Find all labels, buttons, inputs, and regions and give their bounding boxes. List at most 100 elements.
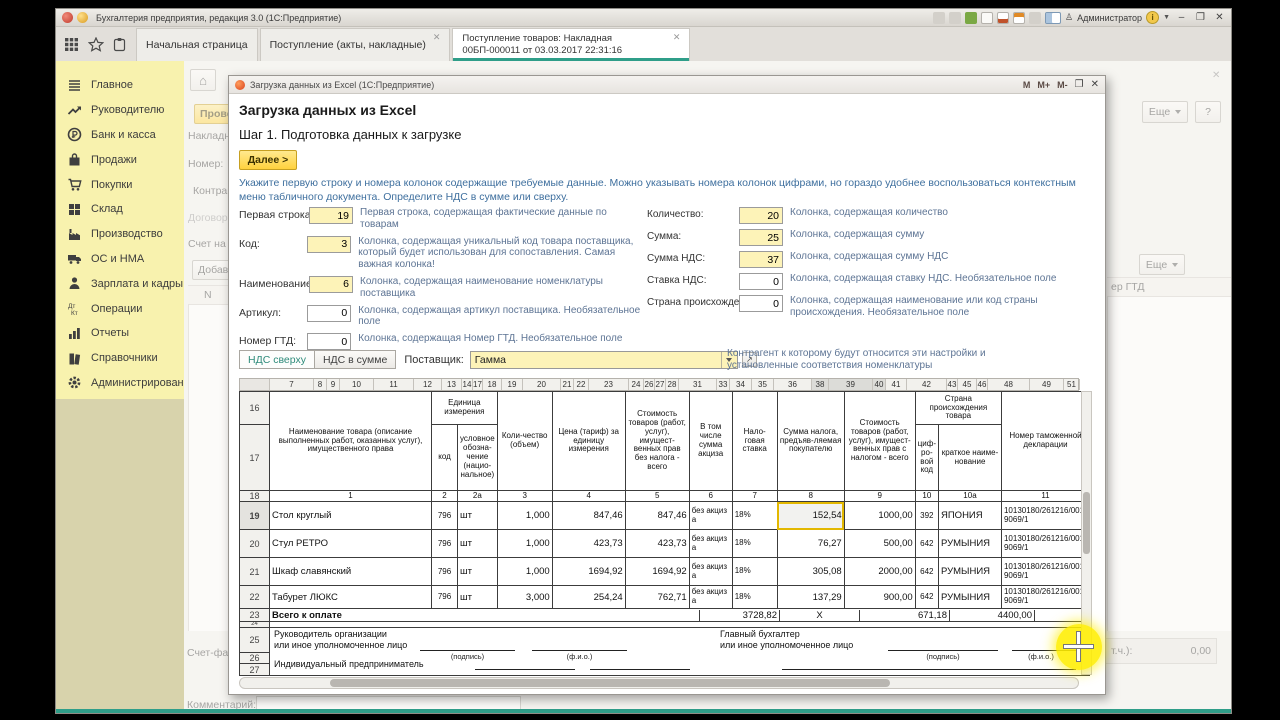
data-cell[interactable]: 1,000 xyxy=(497,558,552,586)
sheet-column-header[interactable]: 48 xyxy=(988,379,1030,390)
data-cell[interactable]: 847,46 xyxy=(552,502,625,530)
data-cell[interactable]: 423,73 xyxy=(552,530,625,558)
data-cell[interactable]: 254,24 xyxy=(552,586,625,609)
sheet-column-header[interactable]: 36 xyxy=(774,379,812,390)
field-input[interactable] xyxy=(307,236,351,253)
column-index-cell[interactable]: 11 xyxy=(1001,491,1089,502)
data-cell[interactable]: РУМЫНИЯ xyxy=(938,586,1001,609)
tab-goods-receipt[interactable]: Поступление товаров: Накладная 00БП-0000… xyxy=(452,28,690,61)
sidebar-item-12[interactable]: Справочники xyxy=(56,346,184,371)
toolbar-icon-3[interactable] xyxy=(1029,12,1041,24)
row-header[interactable]: 22 xyxy=(240,586,270,609)
sidebar-item-13[interactable]: Администрирование xyxy=(56,371,184,396)
user-name[interactable]: Администратор xyxy=(1077,13,1142,23)
sheet-column-header[interactable]: 19 xyxy=(502,379,523,390)
column-index-cell[interactable]: 1 xyxy=(270,491,432,502)
sheet-column-header[interactable]: 51 xyxy=(1064,379,1080,390)
field-input[interactable] xyxy=(309,207,353,224)
data-cell[interactable]: 796 xyxy=(432,502,458,530)
scale-m-minus-button[interactable]: М- xyxy=(1057,80,1068,90)
header-country-name[interactable]: краткое наиме-нование xyxy=(938,425,1001,491)
data-cell[interactable]: 76,27 xyxy=(777,530,844,558)
data-cell[interactable]: шт xyxy=(458,530,498,558)
data-cell[interactable]: 847,46 xyxy=(625,502,689,530)
field-input[interactable] xyxy=(307,333,351,350)
minimize-button[interactable]: – xyxy=(1174,12,1189,23)
data-cell[interactable]: 10130180/261216/0019069/1 xyxy=(1001,586,1089,609)
sheet-column-header[interactable]: 24 xyxy=(629,379,644,390)
header-qty[interactable]: Коли-чество (объем) xyxy=(497,392,552,491)
column-index-cell[interactable]: 3 xyxy=(497,491,552,502)
data-cell[interactable]: 500,00 xyxy=(844,530,915,558)
data-cell[interactable]: Стол круглый xyxy=(270,502,432,530)
data-cell[interactable]: 1694,92 xyxy=(625,558,689,586)
data-cell[interactable]: 642 xyxy=(915,530,938,558)
sheet-column-header[interactable]: 18 xyxy=(483,379,502,390)
column-index-cell[interactable]: 8 xyxy=(777,491,844,502)
sheet-column-header[interactable]: 45 xyxy=(958,379,977,390)
sheet-column-header[interactable]: 33 xyxy=(717,379,730,390)
header-excise[interactable]: В том числе сумма акциза xyxy=(689,392,732,491)
sheet-column-header[interactable]: 14 xyxy=(462,379,473,390)
history-clipboard-icon[interactable] xyxy=(113,37,126,52)
sheet-column-header[interactable]: 41 xyxy=(886,379,907,390)
sheet-column-header[interactable]: 10 xyxy=(340,379,374,390)
data-cell[interactable]: 18% xyxy=(732,530,777,558)
header-sum-no-tax[interactable]: Стоимость товаров (работ, услуг), имущес… xyxy=(625,392,689,491)
restore-button[interactable]: ❐ xyxy=(1193,12,1208,23)
column-index-cell[interactable]: 4 xyxy=(552,491,625,502)
column-index-cell[interactable]: 2 xyxy=(432,491,458,502)
sheet-column-header[interactable]: 26 xyxy=(644,379,655,390)
data-cell[interactable]: 10130180/261216/0019069/1 xyxy=(1001,558,1089,586)
sheet-column-header[interactable]: 42 xyxy=(907,379,947,390)
sidebar-item-3[interactable]: Банк и касса xyxy=(56,123,184,148)
sheet-column-header[interactable]: 9 xyxy=(327,379,340,390)
header-unit-code[interactable]: код xyxy=(432,425,458,491)
sheet-column-header[interactable]: 34 xyxy=(730,379,752,390)
data-cell[interactable]: 423,73 xyxy=(625,530,689,558)
sheet-corner-cell[interactable] xyxy=(240,379,270,390)
data-cell[interactable]: без акциза xyxy=(689,558,732,586)
sheet-column-header[interactable]: 27 xyxy=(655,379,666,390)
sidebar-item-2[interactable]: Руководителю xyxy=(56,98,184,123)
data-cell[interactable]: без акциза xyxy=(689,502,732,530)
header-name[interactable]: Наименование товара (описание выполненны… xyxy=(270,392,432,491)
header-unit-symbol[interactable]: условное обозна-чение (нацио-нальное) xyxy=(458,425,498,491)
scale-m-plus-button[interactable]: М+ xyxy=(1037,80,1050,90)
supplier-combo[interactable]: Гамма xyxy=(470,351,738,369)
scale-m-button[interactable]: М xyxy=(1023,80,1031,90)
header-country-group[interactable]: Страна происхождения товара xyxy=(915,392,1001,425)
field-input[interactable] xyxy=(739,207,783,224)
data-cell[interactable]: Шкаф славянский xyxy=(270,558,432,586)
sidebar-item-6[interactable]: Склад xyxy=(56,197,184,222)
hscroll-thumb[interactable] xyxy=(330,679,890,687)
toolbar-icon-1[interactable] xyxy=(933,12,945,24)
data-cell[interactable]: без акциза xyxy=(689,530,732,558)
info-icon[interactable]: i xyxy=(1146,11,1159,24)
header-sum-with-tax[interactable]: Стоимость товаров (работ, услуг), имущес… xyxy=(844,392,915,491)
sheet-column-header[interactable]: 20 xyxy=(523,379,561,390)
data-cell[interactable]: 152,54 xyxy=(777,502,844,530)
field-input[interactable] xyxy=(307,305,351,322)
chevron-down-icon[interactable]: ▼ xyxy=(1163,14,1170,21)
data-cell[interactable]: 796 xyxy=(432,558,458,586)
row-header[interactable]: 17 xyxy=(240,425,270,491)
calculator-icon[interactable] xyxy=(997,12,1009,24)
row-header[interactable]: 21 xyxy=(240,558,270,586)
sidebar-item-10[interactable]: ДтКтОперации xyxy=(56,296,184,321)
sheet-column-header[interactable]: 7 xyxy=(270,379,314,390)
header-rate[interactable]: Нало-говая ставка xyxy=(732,392,777,491)
field-input[interactable] xyxy=(309,276,353,293)
data-cell[interactable]: РУМЫНИЯ xyxy=(938,558,1001,586)
sheet-column-header[interactable]: 8 xyxy=(314,379,327,390)
favorites-icon[interactable] xyxy=(965,12,977,24)
data-cell[interactable]: Стул РЕТРО xyxy=(270,530,432,558)
panels-icon[interactable] xyxy=(1045,12,1061,24)
column-index-cell[interactable]: 10 xyxy=(915,491,938,502)
sheet-column-header[interactable]: 43 xyxy=(947,379,958,390)
sidebar-item-1[interactable]: Главное xyxy=(56,73,184,98)
column-index-cell[interactable]: 9 xyxy=(844,491,915,502)
data-cell[interactable]: 3,000 xyxy=(497,586,552,609)
field-input[interactable] xyxy=(739,229,783,246)
tab-close-icon[interactable]: ✕ xyxy=(673,29,681,43)
